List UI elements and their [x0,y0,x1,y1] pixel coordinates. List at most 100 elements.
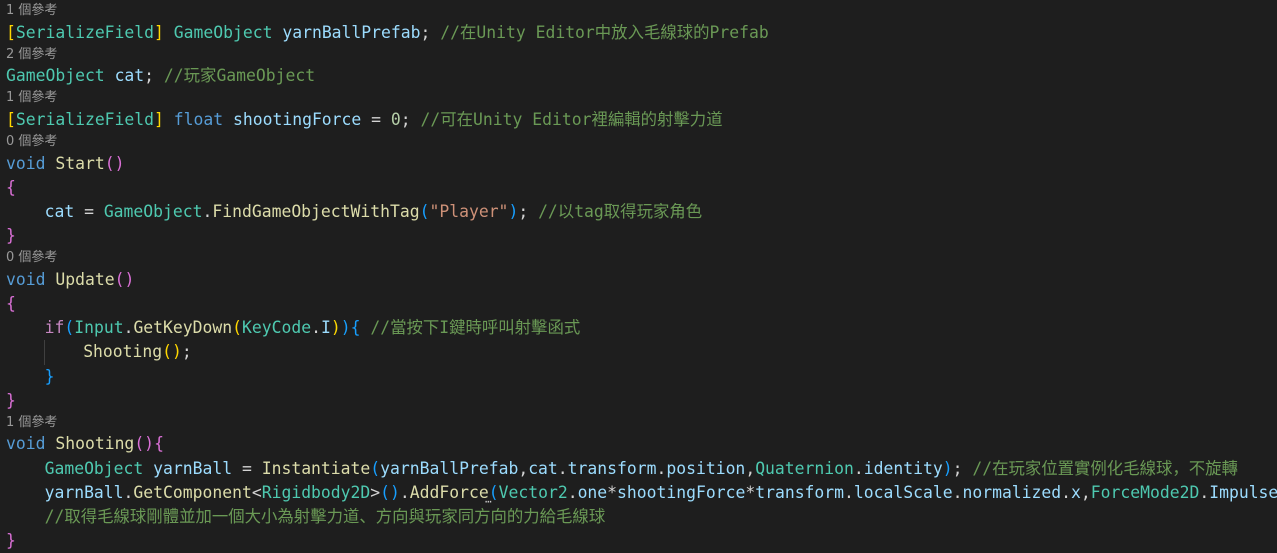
method-name: Start [55,153,105,173]
type-token: Rigidbody2D [261,482,371,502]
bracket: ] [154,22,164,42]
field-token: transform [567,458,657,478]
keyword-token: float [173,109,224,129]
bracket: ) [942,458,953,478]
code-editor[interactable]: 1 個參考 [SerializeField] GameObject yarnBa… [0,0,1277,550]
code-line: } [0,224,1277,248]
comment: //玩家GameObject [163,66,316,86]
field-token: transform [755,482,845,502]
code-line: Shooting(); [0,340,1277,365]
attribute-token: SerializeField [15,22,155,42]
type-token: GameObject [44,458,144,478]
type-token: Vector2 [498,482,568,502]
comment: //在玩家位置實例化毛線球，不旋轉 [972,458,1238,478]
code-line: yarnBall.GetComponent<Rigidbody2D>().Add… [44,482,1277,508]
bracket: () [380,482,400,502]
bracket: ( [232,318,242,338]
code-line: if(Input.GetKeyDown(KeyCode.I)){ //當按下I鍵… [44,318,581,338]
bracket: ( [370,458,381,478]
field-token: normalized [962,482,1062,502]
code-line: //取得毛線球剛體並加一個大小為射擊力道、方向與玩家同方向的力給毛線球 [0,505,1277,529]
comment: //在Unity Editor中放入毛線球的Prefab [440,22,769,42]
bracket: () [162,342,182,362]
method-call: GetKeyDown [133,318,233,338]
string-token: "Player" [429,201,509,221]
field-token: identity [863,458,943,478]
code-line: cat = GameObject.FindGameObjectWithTag("… [44,201,703,221]
code-line: GameObject cat; //玩家GameObject [6,66,316,86]
code-line: { [0,176,1277,200]
method-name: Shooting [55,434,135,454]
bracket: } [6,226,16,246]
code-line: } [0,529,1277,553]
keyword-token: void [6,269,46,289]
bracket: { [154,434,164,454]
bracket: ( [419,201,430,221]
field-token: position [666,458,746,478]
code-line: void Update() [0,268,1277,292]
keyword-token: void [6,153,46,173]
type-token: GameObject [173,22,273,42]
code-line: void Start() [0,152,1277,176]
bracket: ) [508,201,519,221]
comment: //可在Unity Editor裡編輯的射擊力道 [420,109,723,129]
indent-guide [44,340,45,365]
bracket: [ [6,109,16,129]
codelens-references[interactable]: 2 個參考 [0,45,1277,65]
field-token: shootingForce [617,482,746,502]
field-token: shootingForce [233,109,362,129]
field-token: I [320,318,331,338]
bracket: () [134,434,155,454]
codelens-references[interactable]: 0 個參考 [0,132,1277,152]
bracket: () [114,269,135,289]
field-token: yarnBall [44,482,124,502]
code-line: GameObject yarnBall = Instantiate(yarnBa… [44,458,1238,478]
codelens-references[interactable]: 1 個參考 [0,88,1277,108]
type-token: ForceMode2D [1090,482,1200,502]
field-token: x [1071,482,1081,502]
field-token: cat [114,66,145,86]
bracket: ( [64,318,75,338]
comment: //當按下I鍵時呼叫射擊函式 [370,318,581,338]
bracket: } [6,390,16,410]
method-call: Instantiate [261,458,371,478]
method-call: FindGameObjectWithTag [212,201,420,221]
field-token: Impulse [1209,482,1277,502]
comment: //以tag取得玩家角色 [538,201,703,221]
bracket: ] [154,109,164,129]
code-line: } [0,389,1277,413]
bracket: { [350,318,361,338]
code-line: void Shooting(){ [0,432,1277,456]
field-token: yarnBallPrefab [282,22,421,42]
field-token: yarnBallPrefab [380,458,519,478]
bracket: ) [340,318,351,338]
field-token: one [577,482,608,502]
bracket: } [44,366,55,386]
field-token: cat [528,458,558,478]
method-name: Update [55,269,115,289]
number-token: 0 [390,109,401,129]
type-token: GameObject [6,66,105,86]
comment: //取得毛線球剛體並加一個大小為射擊力道、方向與玩家同方向的力給毛線球 [44,507,606,526]
code-line: [SerializeField] float shootingForce = 0… [6,109,723,129]
attribute-token: SerializeField [15,109,155,129]
keyword-token: void [6,434,46,454]
bracket: [ [6,22,16,42]
bracket: { [6,177,16,197]
bracket: } [6,531,16,551]
type-token: Input [74,318,124,338]
keyword-token: if [44,318,65,338]
codelens-references[interactable]: 1 個參考 [0,1,1277,21]
bracket: { [6,294,16,313]
method-call: AddForce [409,482,489,502]
codelens-references[interactable]: 1 個參考 [0,413,1277,433]
field-token: cat [44,201,75,221]
type-token: KeyCode [242,318,312,338]
code-line: { [0,292,1277,316]
codelens-references[interactable]: 0 個參考 [0,248,1277,268]
bracket: () [104,153,125,173]
field-token: yarnBall [153,458,233,478]
method-call: GetComponent [133,482,252,502]
method-call: Shooting [83,342,163,362]
bracket: ) [330,318,341,338]
